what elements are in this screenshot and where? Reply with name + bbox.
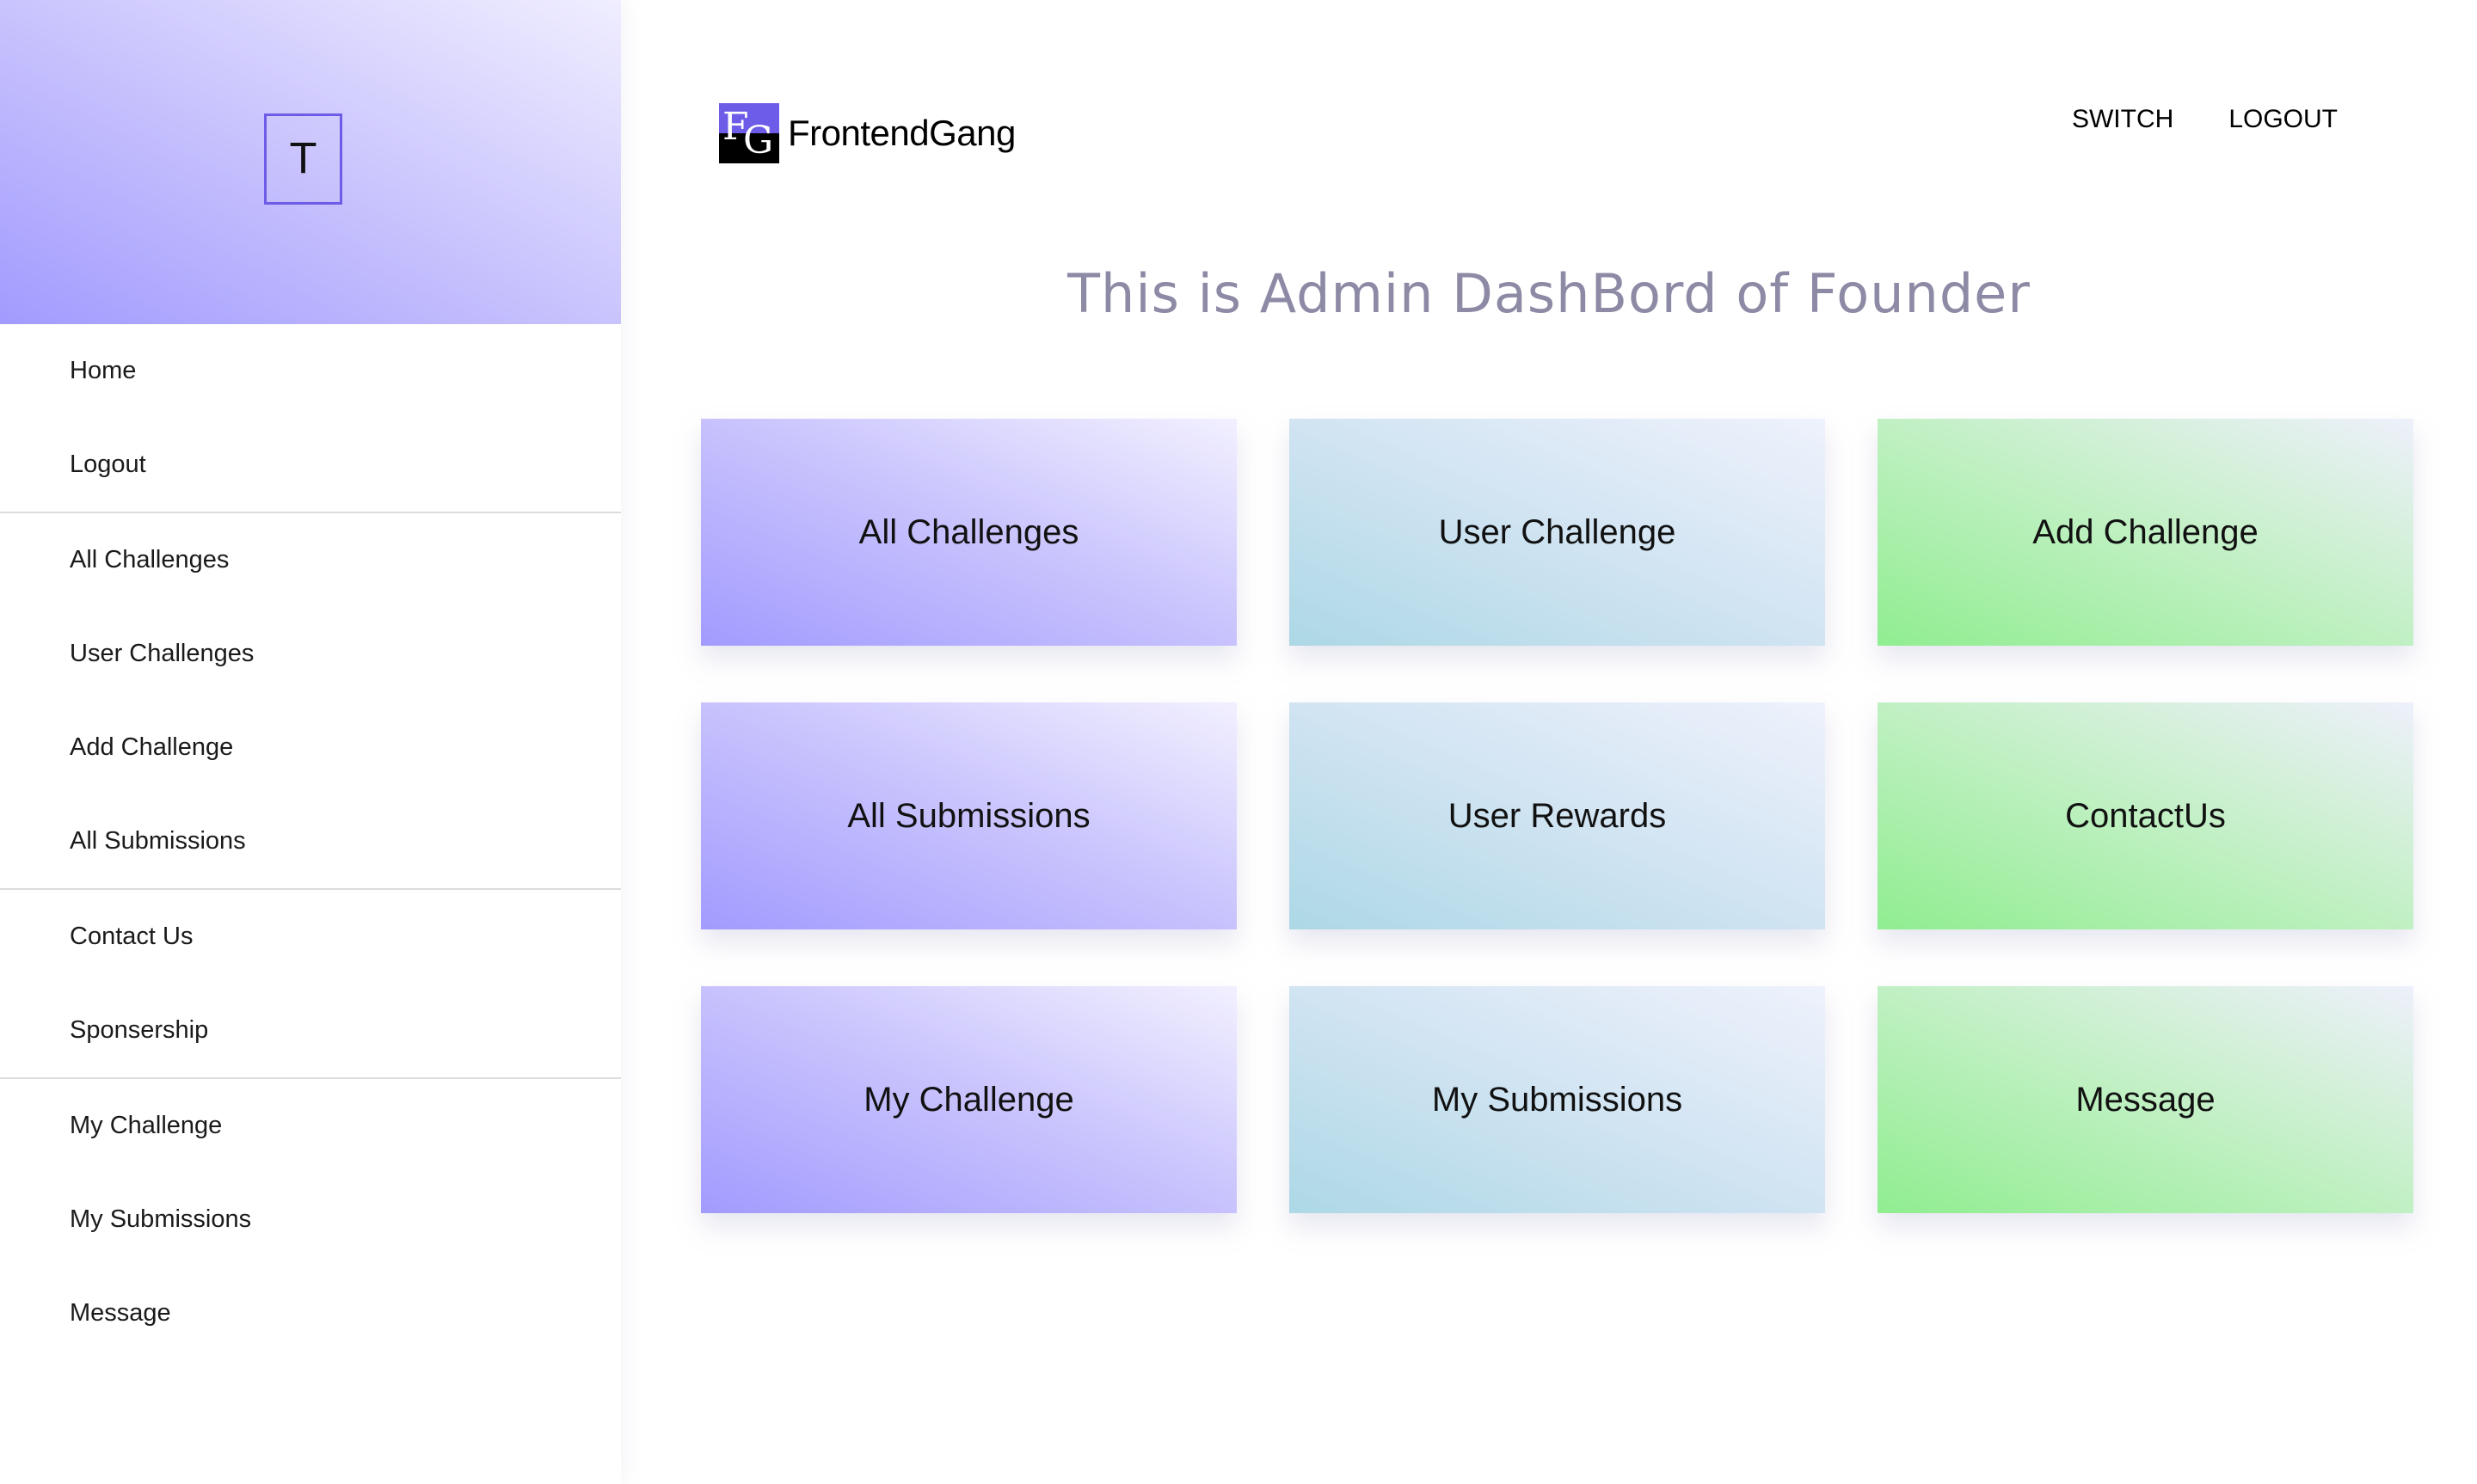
sidebar-item-user-challenges[interactable]: User Challenges bbox=[0, 607, 621, 701]
sidebar-item-add-challenge[interactable]: Add Challenge bbox=[0, 701, 621, 794]
card-message[interactable]: Message bbox=[1878, 986, 2413, 1213]
logout-button[interactable]: LOGOUT bbox=[2228, 105, 2338, 134]
sidebar-item-my-challenge[interactable]: My Challenge bbox=[0, 1079, 621, 1173]
page-title: This is Admin DashBord of Founder bbox=[1067, 262, 2031, 325]
sidebar-header: T bbox=[0, 0, 621, 324]
card-user-rewards[interactable]: User Rewards bbox=[1289, 702, 1825, 929]
brand-name: FrontendGang bbox=[788, 113, 1016, 153]
brand-logo-letter: G bbox=[743, 119, 774, 163]
switch-button[interactable]: SWITCH bbox=[2072, 105, 2173, 134]
card-contact-us[interactable]: ContactUs bbox=[1878, 702, 2413, 929]
brand[interactable]: F G FrontendGang bbox=[719, 103, 1016, 163]
card-all-challenges[interactable]: All Challenges bbox=[701, 419, 1237, 646]
sidebar-item-message[interactable]: Message bbox=[0, 1266, 621, 1360]
sidebar: T Home Logout All Challenges User Challe… bbox=[0, 0, 621, 1484]
top-actions: SWITCH LOGOUT bbox=[2072, 105, 2338, 134]
sidebar-item-all-challenges[interactable]: All Challenges bbox=[0, 513, 621, 607]
brand-logo: F G bbox=[719, 103, 779, 163]
sidebar-item-home[interactable]: Home bbox=[0, 324, 621, 418]
dashboard-grid: All Challenges User Challenge Add Challe… bbox=[701, 419, 2413, 1213]
sidebar-nav: Home Logout All Challenges User Challeng… bbox=[0, 324, 621, 1360]
card-add-challenge[interactable]: Add Challenge bbox=[1878, 419, 2413, 646]
sidebar-item-my-submissions[interactable]: My Submissions bbox=[0, 1173, 621, 1266]
card-my-submissions[interactable]: My Submissions bbox=[1289, 986, 1825, 1213]
card-my-challenge[interactable]: My Challenge bbox=[701, 986, 1237, 1213]
avatar[interactable]: T bbox=[264, 113, 342, 205]
sidebar-item-logout[interactable]: Logout bbox=[0, 418, 621, 512]
sidebar-item-contact-us[interactable]: Contact Us bbox=[0, 890, 621, 984]
sidebar-item-all-submissions[interactable]: All Submissions bbox=[0, 794, 621, 888]
card-user-challenge[interactable]: User Challenge bbox=[1289, 419, 1825, 646]
sidebar-item-sponsership[interactable]: Sponsership bbox=[0, 984, 621, 1077]
card-all-submissions[interactable]: All Submissions bbox=[701, 702, 1237, 929]
